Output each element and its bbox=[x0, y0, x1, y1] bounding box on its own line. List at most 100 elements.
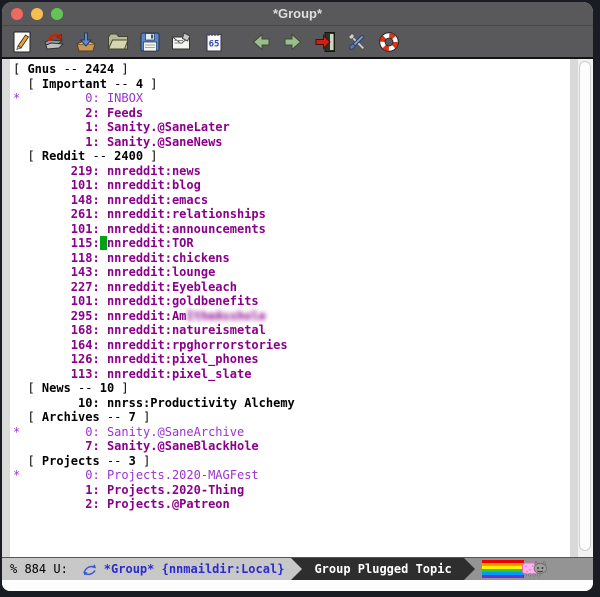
group-line[interactable]: * 0: Sanity.@SaneArchive bbox=[13, 425, 570, 440]
group-unread-count: 10: bbox=[13, 396, 100, 410]
group-unread-count: 7: bbox=[13, 439, 100, 453]
group-name: nnreddit:pixel_slate bbox=[107, 367, 252, 381]
close-button[interactable] bbox=[11, 8, 23, 20]
send-mail-icon[interactable] bbox=[169, 29, 194, 54]
topic-line[interactable]: [ Important -- 4 ] bbox=[13, 77, 570, 92]
group-unread-count: 1: bbox=[13, 483, 100, 497]
scrollbar-gap bbox=[570, 59, 578, 557]
get-news-icon[interactable] bbox=[73, 29, 98, 54]
topic-line[interactable]: [ Projects -- 3 ] bbox=[13, 454, 570, 469]
group-name: nnreddit:goldbenefits bbox=[107, 294, 259, 308]
group-name: nnreddit:natureismetal bbox=[107, 323, 266, 337]
group-line[interactable]: 148: nnreddit:emacs bbox=[13, 193, 570, 208]
group-name: Projects.2020-Thing bbox=[107, 483, 244, 497]
group-unread-count: 113: bbox=[13, 367, 100, 381]
modeline-modes: Group Plugged Topic bbox=[308, 562, 451, 576]
nyan-cat-icon bbox=[522, 560, 548, 578]
group-line[interactable]: 227: nnreddit:Eyebleach bbox=[13, 280, 570, 295]
topic-line[interactable]: [ Reddit -- 2400 ] bbox=[13, 149, 570, 164]
group-unread-count: * 0: bbox=[13, 468, 100, 482]
help-icon[interactable] bbox=[376, 29, 401, 54]
group-line[interactable]: 219: nnreddit:news bbox=[13, 164, 570, 179]
group-line[interactable]: 101: nnreddit:blog bbox=[13, 178, 570, 193]
group-buffer: [ Gnus -- 2424 ] [ Important -- 4 ]* 0: … bbox=[2, 59, 593, 557]
diary-icon[interactable]: 65 bbox=[201, 29, 226, 54]
group-line[interactable]: 10: nnrss:Productivity Alchemy bbox=[13, 396, 570, 411]
group-unread-count: 2: bbox=[13, 106, 100, 120]
minimize-button[interactable] bbox=[31, 8, 43, 20]
scrollbar-thumb[interactable] bbox=[579, 61, 591, 551]
group-line[interactable]: 1: Sanity.@SaneLater bbox=[13, 120, 570, 135]
group-line[interactable]: 2: Feeds bbox=[13, 106, 570, 121]
traffic-lights bbox=[11, 8, 63, 20]
group-unread-count: 101: bbox=[13, 294, 100, 308]
text-cursor bbox=[100, 236, 107, 250]
back-icon[interactable] bbox=[248, 29, 273, 54]
open-folder-icon[interactable] bbox=[105, 29, 130, 54]
emacs-window: *Group* 65 bbox=[2, 2, 593, 591]
topic-line[interactable]: [ Archives -- 7 ] bbox=[13, 410, 570, 425]
group-line[interactable]: 2: Projects.@Patreon bbox=[13, 497, 570, 512]
group-line[interactable]: 1: Projects.2020-Thing bbox=[13, 483, 570, 498]
reply-icon[interactable] bbox=[41, 29, 66, 54]
group-name: INBOX bbox=[107, 91, 143, 105]
group-line[interactable]: 101: nnreddit:goldbenefits bbox=[13, 294, 570, 309]
modeline-left-segment: % 884 U: *Group* {nnmaildir:Local} bbox=[2, 558, 291, 580]
powerline-separator-1 bbox=[291, 558, 302, 580]
group-line[interactable]: 295: nnreddit:AmItheAsshole bbox=[13, 309, 570, 324]
group-line[interactable]: 143: nnreddit:lounge bbox=[13, 265, 570, 280]
titlebar[interactable]: *Group* bbox=[2, 2, 593, 26]
group-unread-count: 295: bbox=[13, 309, 100, 323]
group-line[interactable]: 101: nnreddit:announcements bbox=[13, 222, 570, 237]
modeline: % 884 U: *Group* {nnmaildir:Local} Group… bbox=[2, 557, 593, 580]
group-unread-count: 164: bbox=[13, 338, 100, 352]
group-line[interactable]: 164: nnreddit:rpghorrorstories bbox=[13, 338, 570, 353]
group-line[interactable]: * 0: Projects.2020-MAGFest bbox=[13, 468, 570, 483]
modeline-buffer-name[interactable]: *Group* {nnmaildir:Local} bbox=[104, 562, 285, 576]
group-line[interactable]: 118: nnreddit:chickens bbox=[13, 251, 570, 266]
group-line[interactable]: 1: Sanity.@SaneNews bbox=[13, 135, 570, 150]
preferences-icon[interactable] bbox=[344, 29, 369, 54]
scrollbar-zone bbox=[570, 59, 593, 557]
group-name: nnreddit:announcements bbox=[107, 222, 266, 236]
group-line[interactable]: 126: nnreddit:pixel_phones bbox=[13, 352, 570, 367]
group-name: Sanity.@SaneBlackHole bbox=[107, 439, 259, 453]
group-line[interactable]: 115: nnreddit:TOR bbox=[13, 236, 570, 251]
group-unread-count: 126: bbox=[13, 352, 100, 366]
group-line[interactable]: 168: nnreddit:natureismetal bbox=[13, 323, 570, 338]
group-unread-count: 1: bbox=[13, 120, 100, 134]
gnus-icon bbox=[82, 562, 98, 577]
group-name: nnreddit:relationships bbox=[107, 207, 266, 221]
group-name: nnreddit:pixel_phones bbox=[107, 352, 259, 366]
group-line[interactable]: 7: Sanity.@SaneBlackHole bbox=[13, 439, 570, 454]
group-unread-count: * 0: bbox=[13, 425, 100, 439]
group-unread-count: 143: bbox=[13, 265, 100, 279]
topic-line[interactable]: [ Gnus -- 2424 ] bbox=[13, 62, 570, 77]
powerline-separator-2 bbox=[464, 558, 475, 580]
save-icon[interactable] bbox=[137, 29, 162, 54]
window-title: *Group* bbox=[273, 6, 322, 21]
exit-icon[interactable] bbox=[312, 29, 337, 54]
group-line[interactable]: 261: nnreddit:relationships bbox=[13, 207, 570, 222]
group-name: nnreddit:lounge bbox=[107, 265, 215, 279]
group-unread-count: 101: bbox=[13, 178, 100, 192]
zoom-button[interactable] bbox=[51, 8, 63, 20]
group-unread-count: 1: bbox=[13, 135, 100, 149]
buffer-backend: {nnmaildir:Local} bbox=[162, 562, 285, 576]
modeline-position: % 884 U: bbox=[10, 562, 68, 576]
left-fringe bbox=[2, 59, 10, 557]
modeline-modes-segment[interactable]: Group Plugged Topic bbox=[302, 558, 463, 580]
censored-group-name: ItheAsshole bbox=[186, 309, 265, 323]
group-name: Sanity.@SaneNews bbox=[107, 135, 223, 149]
echo-area[interactable] bbox=[2, 580, 593, 591]
compose-icon[interactable] bbox=[9, 29, 34, 54]
forward-icon[interactable] bbox=[280, 29, 305, 54]
buffer-name: *Group* bbox=[104, 562, 155, 576]
scrollbar-track[interactable] bbox=[578, 59, 593, 557]
group-unread-count: 101: bbox=[13, 222, 100, 236]
topic-line[interactable]: [ News -- 10 ] bbox=[13, 381, 570, 396]
group-name: nnreddit:emacs bbox=[107, 193, 208, 207]
group-line[interactable]: 113: nnreddit:pixel_slate bbox=[13, 367, 570, 382]
group-line[interactable]: * 0: INBOX bbox=[13, 91, 570, 106]
group-unread-count: 168: bbox=[13, 323, 100, 337]
